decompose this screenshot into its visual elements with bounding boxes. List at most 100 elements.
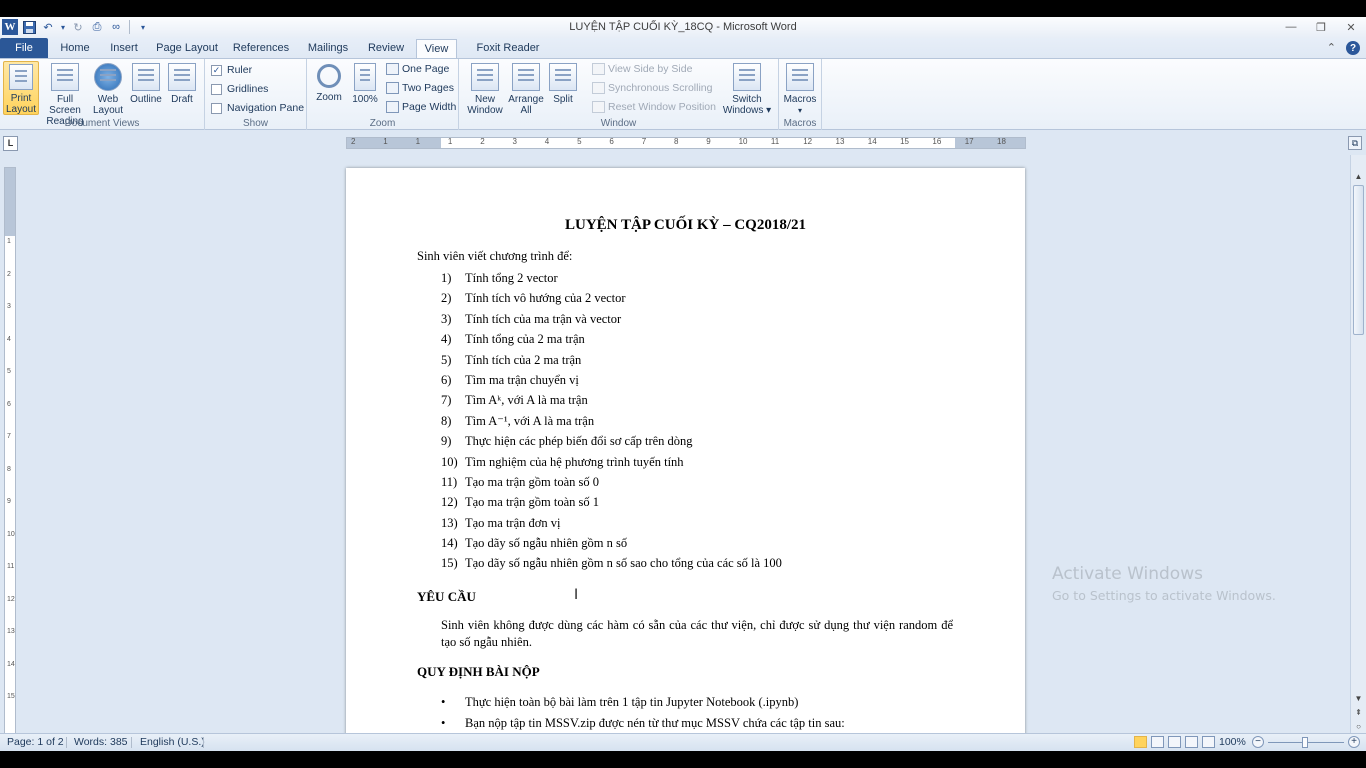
tab-review[interactable]: Review	[363, 38, 409, 59]
tab-home[interactable]: Home	[55, 38, 95, 59]
vertical-ruler-number: 4	[7, 335, 11, 343]
list-item-text: Tạo dãy số ngẫu nhiên gồm n số sao cho t…	[465, 556, 782, 571]
vertical-ruler[interactable]: 1 2 3 4 5 6 7 8 9 10 11 12 13 14 15	[4, 167, 16, 750]
close-icon[interactable]: ✕	[1342, 19, 1360, 35]
ruler-checkbox[interactable]: ✓ Ruler	[211, 64, 252, 76]
one-page-icon	[386, 63, 399, 75]
restore-icon[interactable]: ❐	[1312, 19, 1330, 35]
tab-view[interactable]: View	[416, 39, 457, 59]
reset-window-position-button[interactable]: Reset Window Position	[592, 101, 716, 113]
synchronous-scrolling-icon	[592, 82, 605, 94]
page-width-button[interactable]: Page Width	[386, 101, 456, 113]
status-words[interactable]: Words: 385	[74, 736, 128, 748]
vertical-ruler-number: 2	[7, 270, 11, 278]
list-item-number: 9)	[441, 434, 452, 449]
ruler-number: 1	[447, 137, 453, 146]
two-pages-button[interactable]: Two Pages	[386, 82, 454, 94]
scroll-up-icon[interactable]: ▲	[1353, 171, 1364, 183]
vertical-scrollbar[interactable]: ▲ ▼ ⇞ ○ ⇟	[1350, 155, 1366, 751]
window-controls: — ❐ ✕	[1282, 19, 1360, 35]
scroll-down-icon[interactable]: ▼	[1353, 693, 1364, 705]
scrollbar-thumb[interactable]	[1353, 185, 1364, 335]
view-side-by-side-button[interactable]: View Side by Side	[592, 63, 692, 75]
zoom-slider-knob[interactable]	[1302, 737, 1308, 748]
print-layout-view-icon[interactable]	[1134, 736, 1147, 748]
help-icon[interactable]: ?	[1346, 41, 1360, 55]
screen-top-border	[0, 0, 1366, 17]
status-language[interactable]: English (U.S.)	[140, 736, 205, 748]
zoom-level[interactable]: 100%	[1219, 736, 1246, 748]
list-item-text: Tạo ma trận gồm toàn số 0	[465, 474, 599, 489]
switch-windows-label-1: Switch	[732, 94, 762, 105]
list-item-text: Tính tích vô hướng của 2 vector	[465, 291, 626, 306]
macros-button[interactable]: Macros ▾	[779, 61, 821, 116]
view-side-by-side-label: View Side by Side	[608, 63, 693, 75]
synchronous-scrolling-button[interactable]: Synchronous Scrolling	[592, 82, 712, 94]
switch-windows-button[interactable]: Switch Windows ▾	[721, 61, 773, 116]
gridlines-label: Gridlines	[227, 83, 269, 95]
list-item-text: Tìm A⁻¹, với A là ma trận	[465, 413, 595, 428]
draft-icon	[168, 63, 196, 91]
web-layout-view-icon[interactable]	[1168, 736, 1181, 748]
view-ruler-icon[interactable]: ⧉	[1348, 136, 1362, 150]
minimize-icon[interactable]: —	[1282, 19, 1300, 35]
vertical-ruler-number: 14	[7, 660, 15, 668]
one-page-button[interactable]: One Page	[386, 63, 449, 75]
watermark-line-2: Go to Settings to activate Windows.	[1052, 588, 1276, 603]
split-icon	[549, 63, 577, 91]
document-intro: Sinh viên viết chương trình để:	[417, 249, 573, 263]
zoom-100-icon	[354, 63, 376, 91]
gridlines-checkbox[interactable]: Gridlines	[211, 83, 268, 95]
web-layout-label-2: Layout	[92, 105, 124, 116]
page-width-icon	[386, 101, 399, 113]
vertical-ruler-number: 13	[7, 628, 15, 635]
ruler-number: 3	[512, 137, 517, 146]
tab-file[interactable]: File	[0, 38, 48, 59]
activate-windows-watermark: Activate Windows Go to Settings to activ…	[1052, 564, 1276, 603]
tab-mailings[interactable]: Mailings	[301, 38, 355, 59]
list-item-number: 4)	[441, 332, 452, 347]
zoom-in-icon[interactable]: +	[1348, 736, 1360, 748]
web-layout-button[interactable]: Web Layout	[90, 61, 126, 116]
split-button[interactable]: Split	[545, 61, 581, 105]
zoom-button[interactable]: Zoom	[311, 61, 347, 103]
tab-references[interactable]: References	[229, 38, 293, 59]
outline-button[interactable]: Outline	[126, 61, 166, 105]
zoom-100-button[interactable]: 100%	[347, 61, 383, 105]
list-item-number: 2)	[441, 291, 452, 306]
ruler-number: 2	[351, 137, 356, 146]
view-side-by-side-icon	[592, 63, 605, 75]
tab-foxit-reader-pdf[interactable]: Foxit Reader PDF	[464, 38, 552, 74]
ruler-numbers: 2 1 1 1 2 3 4 5 6 7 8 9 10 11 12 13 14 15 16 17 18	[347, 137, 1025, 147]
previous-page-icon[interactable]: ⇞	[1353, 707, 1364, 719]
status-page[interactable]: Page: 1 of 2	[7, 736, 64, 748]
draft-button[interactable]: Draft	[165, 61, 199, 105]
new-window-icon	[471, 63, 499, 91]
draft-view-icon[interactable]	[1202, 736, 1215, 748]
ruler-number: 6	[609, 137, 614, 146]
tab-page-layout[interactable]: Page Layout	[153, 38, 221, 59]
horizontal-ruler[interactable]: 2 1 1 1 2 3 4 5 6 7 8 9 10 11 12 13 14 15 16 17 18	[346, 137, 1026, 149]
bullet-text: Thực hiện toàn bộ bài làm trên 1 tập tin…	[465, 695, 799, 709]
new-window-label-1: New	[474, 94, 495, 105]
zoom-slider[interactable]: − +	[1252, 736, 1360, 749]
arrange-all-button[interactable]: Arrange All	[505, 61, 547, 116]
list-item-text: Tìm ma trận chuyển vị	[465, 372, 579, 387]
list-item-text: Tìm Aᵏ, với A là ma trận	[465, 393, 588, 408]
split-label: Split	[553, 94, 573, 105]
select-browse-object-icon[interactable]: ○	[1353, 721, 1364, 733]
document-area[interactable]: LUYỆN TẬP CUỐI KỲ – CQ2018/21 Sinh viên …	[20, 155, 1350, 751]
tab-insert[interactable]: Insert	[103, 38, 145, 59]
group-document-views: Print Layout Full Screen Reading Web Lay…	[0, 59, 205, 130]
navigation-pane-checkbox[interactable]: Navigation Pane	[211, 102, 304, 114]
full-screen-reading-view-icon[interactable]	[1151, 736, 1164, 748]
requirements-heading: YÊU CẦU	[417, 589, 476, 604]
tab-selector-button[interactable]: L	[3, 136, 18, 151]
ruler-number: 2	[480, 137, 485, 146]
minimize-ribbon-icon[interactable]: ⌃	[1327, 41, 1336, 55]
outline-view-icon[interactable]	[1185, 736, 1198, 748]
print-layout-button[interactable]: Print Layout	[3, 61, 39, 115]
zoom-out-icon[interactable]: −	[1252, 736, 1264, 748]
document-page[interactable]: LUYỆN TẬP CUỐI KỲ – CQ2018/21 Sinh viên …	[346, 168, 1025, 751]
new-window-button[interactable]: New Window	[463, 61, 507, 116]
